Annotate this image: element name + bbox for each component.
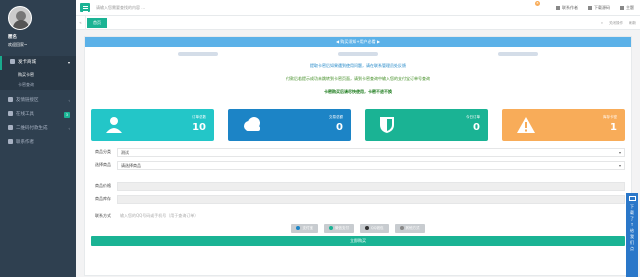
sidebar-item-qrcode[interactable]: 二维码付款生成 ‹ [0, 122, 76, 136]
search-input[interactable]: 请输入您需要查找的内容 … [96, 5, 145, 11]
tab-home[interactable]: 首页 [87, 18, 107, 28]
download-icon [588, 6, 592, 10]
close-ops-menu[interactable]: 关闭操作 [609, 16, 623, 30]
pay-other-button[interactable]: 其他方式 [394, 224, 425, 233]
product-row: 选择商品 请选择商品 ▾ [91, 160, 625, 170]
stat-stock-value: 1 [610, 122, 617, 133]
sidebar-subitem-buy[interactable]: 购买卡密 [0, 70, 76, 80]
bell-badge: 8 [535, 1, 540, 6]
tab-scroll-left-icon[interactable]: « [76, 16, 86, 30]
sidebar-item-label: 在线工具 [16, 112, 34, 117]
payment-methods: 支付宝 微信支付 QQ钱包 其他方式 [85, 224, 631, 233]
cart-icon [10, 59, 15, 64]
notice-1: 提取卡密后如果遇到使用问题，请在联系管理员处反馈 [310, 63, 406, 68]
sidebar-subitem-query[interactable]: 卡密查询 [0, 80, 76, 90]
topbar: 请输入您需要查找的内容 … 8 联系作者 下载源码 主题 [76, 0, 640, 16]
stat-orders-value: 10 [192, 122, 206, 133]
sidebar-item-contact[interactable]: 联系作者 [0, 136, 76, 150]
caret-down-icon: ▾ [618, 162, 621, 168]
tab-scroll-right-icon[interactable]: » [601, 16, 603, 30]
tabs-bar: « 首页 » 关闭操作 刷新 [76, 16, 640, 30]
category-row: 商品分类 测试 ▾ [91, 147, 625, 157]
stat-orders: 订单总数 10 [91, 109, 214, 141]
stock-row: 商品库存 [91, 194, 625, 204]
price-field [117, 181, 625, 191]
pay-qq-button[interactable]: QQ钱包 [359, 224, 389, 233]
other-pay-icon [399, 226, 404, 230]
pay-alipay-button[interactable]: 支付宝 [291, 224, 318, 233]
stock-field [117, 194, 625, 204]
shield-icon [380, 117, 394, 133]
stat-today-value: 0 [473, 122, 480, 133]
theme-icon [620, 6, 624, 10]
stat-stock: 库存卡密 1 [502, 109, 625, 141]
stats-row: 订单总数 10 交易总额 0 今日订单 0 库存卡密 1 [91, 109, 625, 141]
panel-header: ◀ 购买须知+用户必看 ▶ [85, 37, 631, 47]
chevron-down-icon: ▾ [67, 60, 70, 65]
contact-row: 联系方式 输入您的QQ号码或手机号（用于查询订单） [91, 211, 625, 221]
user-name: 匿名 [8, 35, 17, 40]
sidebar-item-label: 联系作者 [16, 140, 34, 145]
blurred-banner [178, 52, 538, 56]
stat-today: 今日订单 0 [365, 109, 488, 141]
qrcode-icon [8, 125, 13, 130]
notice-3: 卡密购买后请尽快使用，卡密不退不换 [324, 89, 392, 94]
contact-link[interactable]: 联系作者 [556, 5, 578, 11]
tool-icon [8, 111, 13, 116]
user-panel: 匿名 欢迎回家~ [0, 0, 76, 56]
purchase-panel: ◀ 购买须知+用户必看 ▶ 提取卡密后如果遇到使用问题，请在联系管理员处反馈 付… [84, 36, 632, 276]
envelope-icon [628, 196, 636, 201]
price-row: 商品价格 [91, 181, 625, 191]
avatar[interactable] [8, 6, 32, 30]
tab-actions: » 关闭操作 刷新 [601, 16, 636, 30]
warning-icon [517, 117, 535, 133]
submit-button[interactable]: 立即购买 [91, 236, 625, 246]
main-content: ◀ 购买须知+用户必看 ▶ 提取卡密后如果遇到使用问题，请在联系管理员处反馈 付… [76, 30, 640, 277]
stat-revenue-value: 0 [336, 122, 343, 133]
download-link[interactable]: 下载源码 [588, 5, 610, 11]
sidebar-item-tools[interactable]: 在线工具 3 [0, 108, 76, 122]
qq-icon [364, 226, 369, 230]
user-icon [106, 117, 122, 133]
pay-wechat-button[interactable]: 微信支付 [323, 224, 354, 233]
menu-toggle-button[interactable] [80, 3, 90, 12]
contact-icon [8, 139, 13, 144]
envelope-icon [556, 6, 560, 10]
sidebar: 匿名 欢迎回家~ 发卡商城 ▾ 购买卡密 卡密查询 友情链接区 ‹ 在线工具 3… [0, 0, 76, 277]
top-links: 联系作者 下载源码 主题 [556, 5, 634, 11]
sidebar-item-label: 二维码付款生成 [16, 126, 48, 131]
refresh-button[interactable]: 刷新 [629, 16, 636, 30]
theme-link[interactable]: 主题 [620, 5, 634, 11]
notice-2: 付款后若提示成功未跳转到卡密页面，请到卡密查询中输入您的支付宝订单号查询 [286, 76, 430, 81]
alipay-icon [296, 226, 301, 230]
tools-badge: 3 [63, 112, 70, 118]
sidebar-item-shop[interactable]: 发卡商城 ▾ [0, 56, 76, 70]
purchase-form: 商品分类 测试 ▾ 选择商品 请选择商品 ▾ 商品价格 商品库存 联系方式 输入您的… [91, 147, 625, 221]
stat-revenue: 交易总额 0 [228, 109, 351, 141]
contact-input[interactable]: 输入您的QQ号码或手机号（用于查询订单） [117, 211, 625, 221]
category-select[interactable]: 测试 ▾ [117, 147, 625, 157]
cloud-icon [244, 117, 260, 131]
chevron-left-icon: ‹ [68, 126, 70, 131]
caret-down-icon: ▾ [618, 149, 621, 155]
sidebar-item-label: 发卡商城 [18, 60, 36, 65]
wechat-icon [328, 226, 333, 230]
user-role: 欢迎回家~ [8, 42, 28, 47]
sidebar-item-links[interactable]: 友情链接区 ‹ [0, 94, 76, 108]
link-icon [8, 97, 13, 102]
side-widget[interactable]: 下 载 了 ↑ 给 我 们 点 [626, 193, 638, 277]
product-select[interactable]: 请选择商品 ▾ [117, 160, 625, 170]
chevron-left-icon: ‹ [68, 98, 70, 103]
sidebar-item-label: 友情链接区 [16, 98, 39, 103]
